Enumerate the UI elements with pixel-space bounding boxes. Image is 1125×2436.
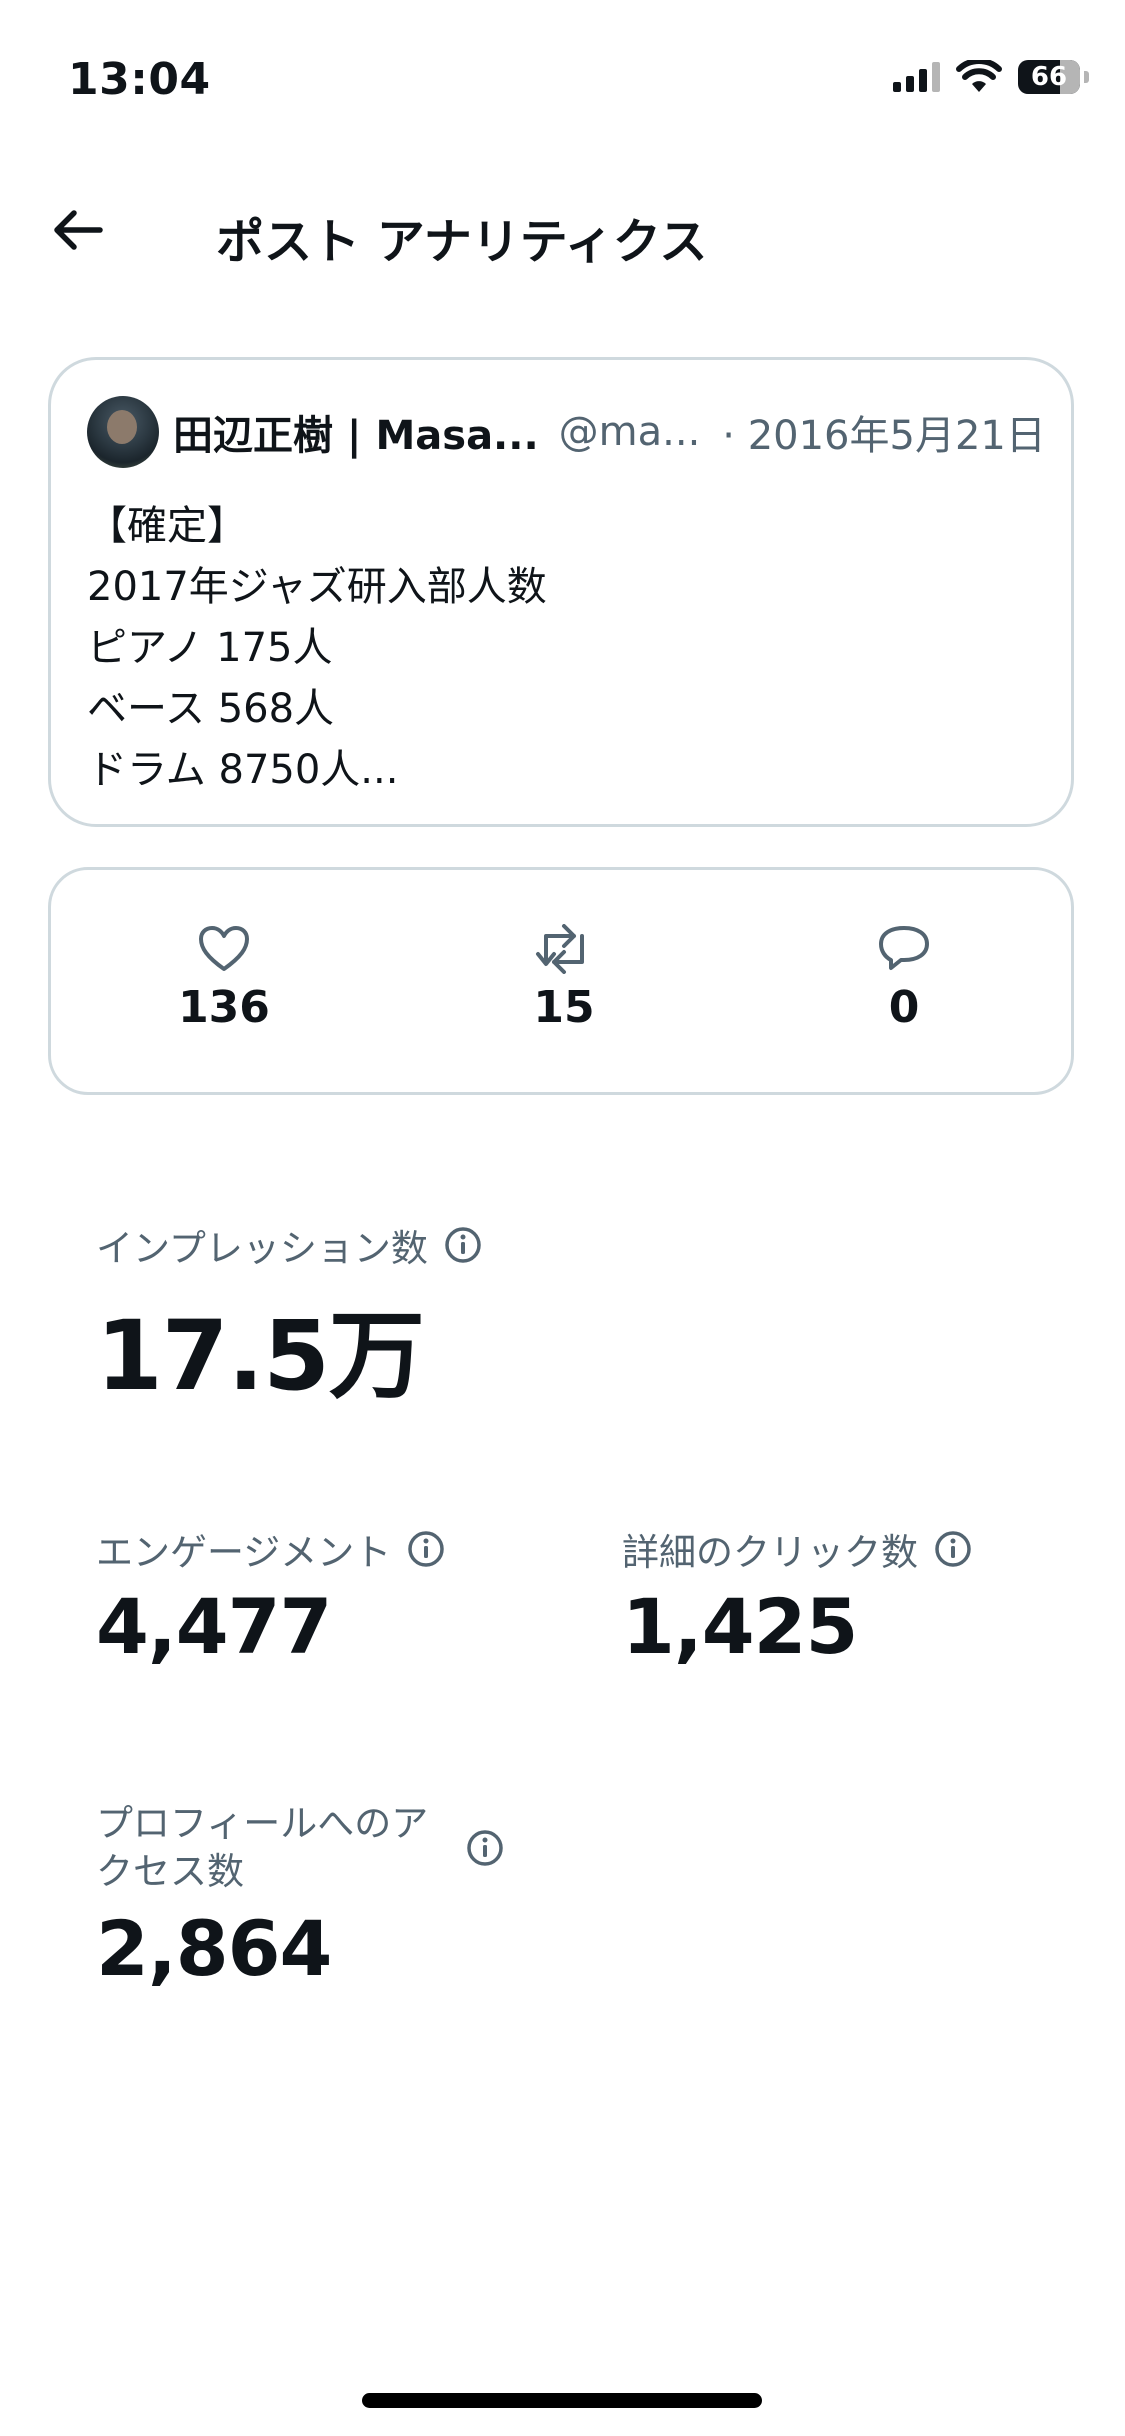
tweet-date: · 2016年5月21日 xyxy=(722,413,1046,459)
repost-icon xyxy=(536,924,584,974)
battery-icon: 66 xyxy=(1018,60,1080,94)
tweet-line: 2017年ジャズ研入部人数 xyxy=(87,564,547,610)
info-icon[interactable] xyxy=(444,1226,482,1264)
status-bar: 13:04 66 xyxy=(0,0,1125,140)
detail-clicks-label-row: 詳細のクリック数 xyxy=(622,1522,972,1576)
profile-visits-label: プロフィールへのア クセス数 xyxy=(96,1800,428,1896)
profile-visits-label-row: プロフィールへのア クセス数 xyxy=(96,1800,504,1896)
engagement-card: 136 15 0 xyxy=(48,867,1074,1095)
detail-clicks-metric: 詳細のクリック数 1,425 xyxy=(622,1522,972,1671)
engagements-metric: エンゲージメント 4,477 xyxy=(96,1522,445,1671)
likes-count: 136 xyxy=(178,982,270,1033)
info-icon[interactable] xyxy=(934,1530,972,1568)
back-button[interactable] xyxy=(46,202,110,258)
engagements-label-row: エンゲージメント xyxy=(96,1522,445,1576)
avatar[interactable] xyxy=(87,396,159,468)
battery-level: 66 xyxy=(1030,62,1068,92)
tweet-card[interactable]: 田辺正樹 | Masa... @ma... · 2016年5月21日 【確定】 … xyxy=(48,357,1074,827)
tweet-line: ドラム 8750人... xyxy=(87,747,399,793)
cellular-signal-icon xyxy=(893,62,940,92)
detail-clicks-value: 1,425 xyxy=(622,1582,858,1671)
page-title: ポスト アナリティクス xyxy=(216,214,708,270)
author-handle: @ma... xyxy=(558,409,701,455)
impressions-metric: インプレッション数 17.5万 xyxy=(96,1218,482,1417)
battery-tip xyxy=(1084,71,1089,83)
reposts-stat[interactable]: 15 xyxy=(484,924,644,1033)
tweet-line: 【確定】 xyxy=(87,503,247,549)
replies-stat[interactable]: 0 xyxy=(824,924,984,1033)
profile-visits-label-line2: クセス数 xyxy=(96,1850,244,1893)
impressions-label: インプレッション数 xyxy=(96,1227,428,1270)
home-indicator[interactable] xyxy=(362,2393,762,2408)
reply-icon xyxy=(879,926,929,970)
arrow-left-icon xyxy=(54,210,103,250)
likes-stat[interactable]: 136 xyxy=(144,924,304,1033)
wifi-icon xyxy=(956,60,1002,92)
engagements-label: エンゲージメント xyxy=(96,1531,392,1574)
profile-visits-label-line1: プロフィールへのア xyxy=(96,1802,429,1845)
impressions-label-row: インプレッション数 xyxy=(96,1218,482,1272)
heart-icon xyxy=(199,926,249,971)
author-name: 田辺正樹 | Masa... xyxy=(173,413,539,459)
tweet-line: ベース 568人 xyxy=(87,686,335,732)
status-time: 13:04 xyxy=(68,54,211,105)
engagements-value: 4,477 xyxy=(96,1582,332,1671)
info-icon[interactable] xyxy=(466,1829,504,1867)
tweet-line: ピアノ 175人 xyxy=(87,625,333,671)
tweet-text: 【確定】 2017年ジャズ研入部人数 ピアノ 175人 ベース 568人 ドラム… xyxy=(87,496,547,801)
impressions-value: 17.5万 xyxy=(96,1300,425,1412)
tweet-header: 田辺正樹 | Masa... @ma... · 2016年5月21日 xyxy=(87,396,1046,468)
reposts-count: 15 xyxy=(533,982,595,1033)
replies-count: 0 xyxy=(888,982,920,1033)
status-icons: 66 xyxy=(893,60,1089,94)
detail-clicks-label: 詳細のクリック数 xyxy=(622,1531,918,1574)
info-icon[interactable] xyxy=(407,1530,445,1568)
profile-visits-value: 2,864 xyxy=(96,1904,332,1993)
header: ポスト アナリティクス xyxy=(0,180,1125,280)
profile-visits-metric: プロフィールへのア クセス数 2,864 xyxy=(96,1800,504,1993)
